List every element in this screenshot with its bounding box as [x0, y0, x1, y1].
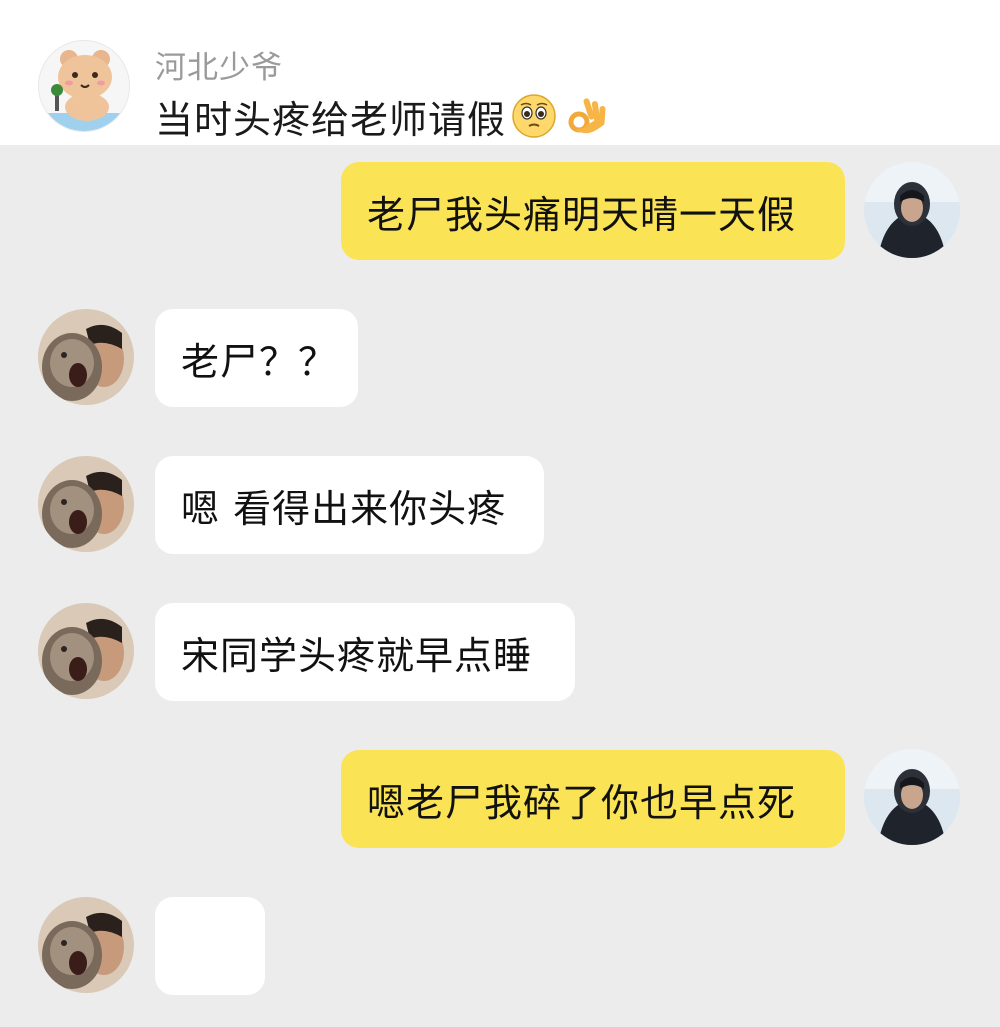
message-bubble-self[interactable]: 嗯老尸我碎了你也早点死 — [341, 750, 845, 848]
message-text: 嗯 看得出来你头疼 — [181, 486, 507, 531]
message-bubble-self[interactable]: 老尸我头痛明天晴一天假 — [341, 162, 845, 260]
message-text: 老尸？？ — [181, 339, 338, 384]
message-bubble-other[interactable]: 嗯 看得出来你头疼 — [155, 456, 544, 554]
poster-name[interactable]: 河北少爷 — [155, 42, 283, 87]
other-avatar[interactable] — [38, 897, 134, 993]
self-avatar[interactable] — [864, 162, 960, 258]
person-with-cat-avatar-icon — [38, 456, 134, 552]
message-text: 老尸我头痛明天晴一天假 — [367, 192, 797, 237]
chat-screenshot: 老尸我头痛明天晴一天假 老尸？？ 嗯 看得出来你头疼 宋同学头疼就早点睡 嗯老尸… — [0, 145, 1000, 1027]
post-text: 当时头疼给老师请假 — [155, 97, 507, 142]
other-avatar[interactable] — [38, 603, 134, 699]
person-hoodie-avatar-icon — [864, 162, 960, 258]
bear-avatar-icon — [39, 41, 129, 131]
message-text: 宋同学头疼就早点睡 — [181, 633, 533, 678]
pleading-face-icon — [510, 92, 558, 140]
message-bubble-other[interactable] — [155, 897, 265, 995]
message-text: 嗯老尸我碎了你也早点死 — [367, 780, 797, 825]
poster-avatar[interactable] — [38, 40, 130, 132]
post-text-row: 当时头疼给老师请假 — [155, 92, 610, 142]
other-avatar[interactable] — [38, 309, 134, 405]
post-header: 河北少爷 当时头疼给老师请假 — [0, 0, 1000, 145]
message-bubble-other[interactable]: 老尸？？ — [155, 309, 358, 407]
person-hoodie-avatar-icon — [864, 749, 960, 845]
self-avatar[interactable] — [864, 749, 960, 845]
message-bubble-other[interactable]: 宋同学头疼就早点睡 — [155, 603, 575, 701]
other-avatar[interactable] — [38, 456, 134, 552]
ok-hand-icon — [562, 92, 610, 140]
person-with-cat-avatar-icon — [38, 309, 134, 405]
person-with-cat-avatar-icon — [38, 603, 134, 699]
person-with-cat-avatar-icon — [38, 897, 134, 993]
